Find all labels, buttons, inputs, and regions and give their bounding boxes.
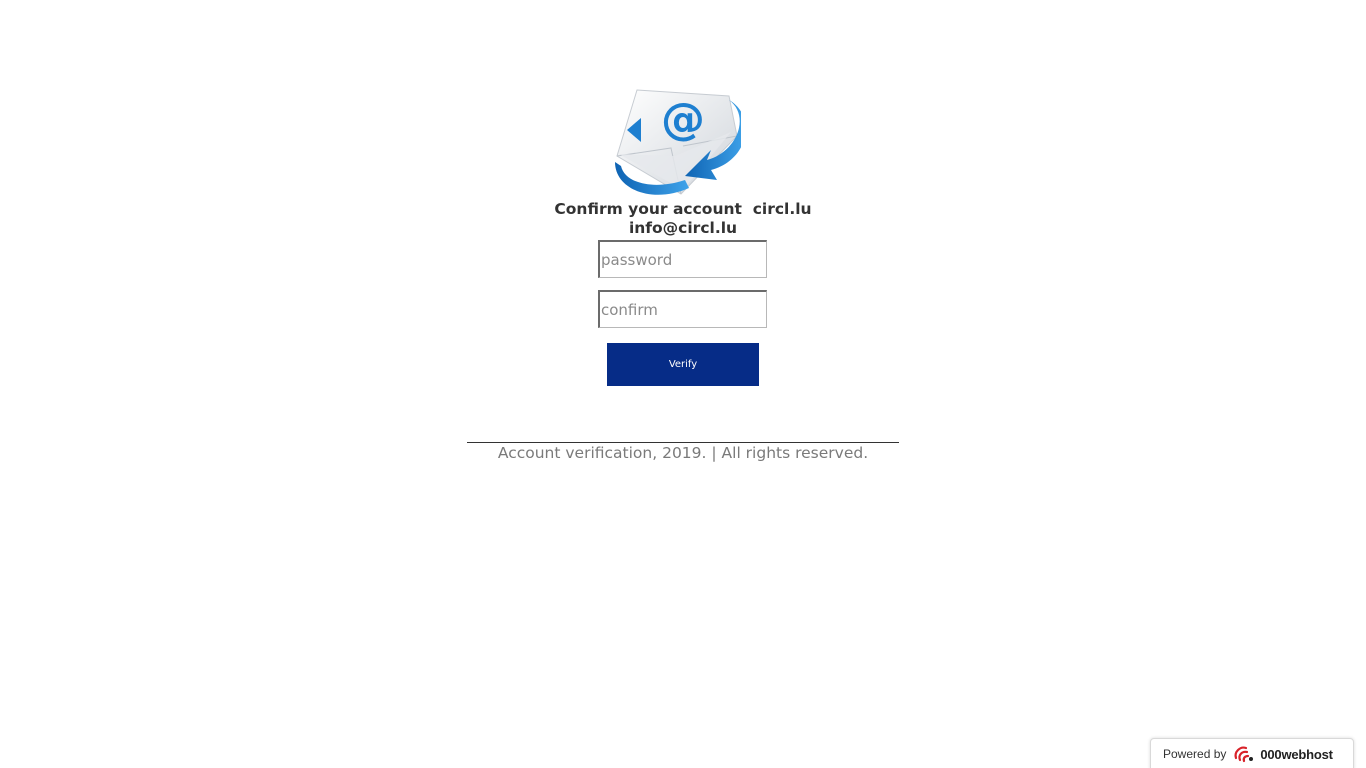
- footer-divider: [467, 442, 899, 443]
- badge-label: Powered by: [1163, 747, 1227, 761]
- at-glyph: @: [661, 94, 705, 145]
- verify-button[interactable]: Verify: [607, 343, 759, 386]
- 000webhost-logo-icon: [1234, 746, 1254, 763]
- email-envelope-icon: @: [615, 89, 741, 195]
- page: @ Confirm your account circl.lu info@cir…: [0, 0, 1366, 768]
- powered-by-badge[interactable]: Powered by 000webhost: [1150, 738, 1354, 768]
- title-line-account: Confirm your account circl.lu: [554, 200, 812, 218]
- page-title: Confirm your account circl.lu info@circl…: [433, 200, 933, 238]
- title-line-email: info@circl.lu: [628, 219, 738, 237]
- confirm-password-input[interactable]: [598, 290, 767, 328]
- footer-copyright: Account verification, 2019. | All rights…: [497, 444, 869, 462]
- badge-brand: 000webhost: [1260, 746, 1333, 762]
- password-input[interactable]: [598, 240, 767, 278]
